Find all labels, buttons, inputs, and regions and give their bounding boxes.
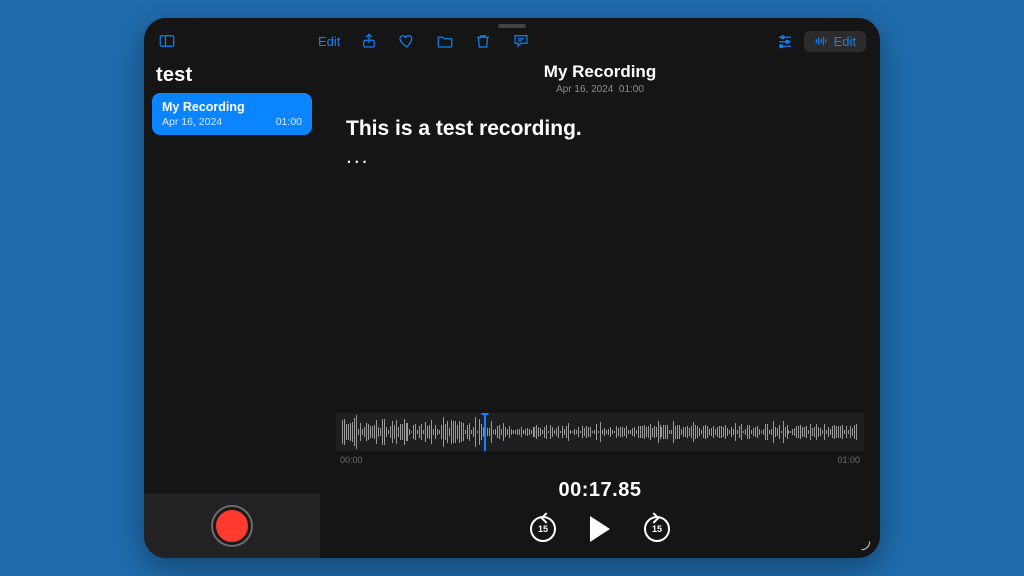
resize-handle-icon[interactable]	[858, 538, 872, 552]
waveform-area: 00:00 01:00	[336, 413, 864, 465]
skip-forward-button[interactable]: 15	[644, 516, 670, 542]
recording-item-duration: 01:00	[276, 116, 302, 128]
trash-icon[interactable]	[474, 32, 492, 50]
transcript-ellipsis: ...	[346, 145, 872, 169]
recording-subtitle: Apr 16, 2024 01:00	[328, 84, 872, 95]
heart-icon[interactable]	[398, 32, 416, 50]
transcript-text: This is a test recording.	[346, 113, 872, 145]
app-window: Edit Edit	[144, 18, 880, 558]
edit-button-left[interactable]: Edit	[318, 34, 340, 49]
waveform[interactable]	[336, 413, 864, 451]
play-button[interactable]	[590, 516, 610, 542]
folder-icon[interactable]	[436, 32, 454, 50]
options-icon[interactable]	[776, 32, 794, 50]
content-body: test My Recording Apr 16, 2024 01:00 My …	[144, 56, 880, 558]
share-icon[interactable]	[360, 32, 378, 50]
recording-header: My Recording Apr 16, 2024 01:00	[328, 62, 872, 95]
record-bar	[144, 494, 320, 558]
recording-item-name: My Recording	[162, 100, 302, 114]
timecode: 00:17.85	[328, 479, 872, 502]
record-button[interactable]	[213, 507, 251, 545]
transcript-icon[interactable]	[512, 32, 530, 50]
recording-item-date: Apr 16, 2024	[162, 116, 222, 128]
playback-controls: 15 15	[328, 516, 872, 542]
skip-back-button[interactable]: 15	[530, 516, 556, 542]
recording-list-item[interactable]: My Recording Apr 16, 2024 01:00	[152, 93, 312, 135]
wave-start-time: 00:00	[340, 455, 363, 465]
wave-end-time: 01:00	[837, 455, 860, 465]
sidebar-toggle-icon[interactable]	[158, 32, 176, 50]
toolbar: Edit Edit	[144, 18, 880, 56]
playhead[interactable]	[484, 413, 486, 451]
sidebar-title: test	[152, 62, 312, 93]
edit-audio-button[interactable]: Edit	[804, 31, 866, 52]
recording-title: My Recording	[328, 62, 872, 82]
sidebar: test My Recording Apr 16, 2024 01:00	[144, 56, 320, 558]
main-panel: My Recording Apr 16, 2024 01:00 This is …	[320, 56, 880, 558]
edit-audio-label: Edit	[834, 34, 856, 49]
